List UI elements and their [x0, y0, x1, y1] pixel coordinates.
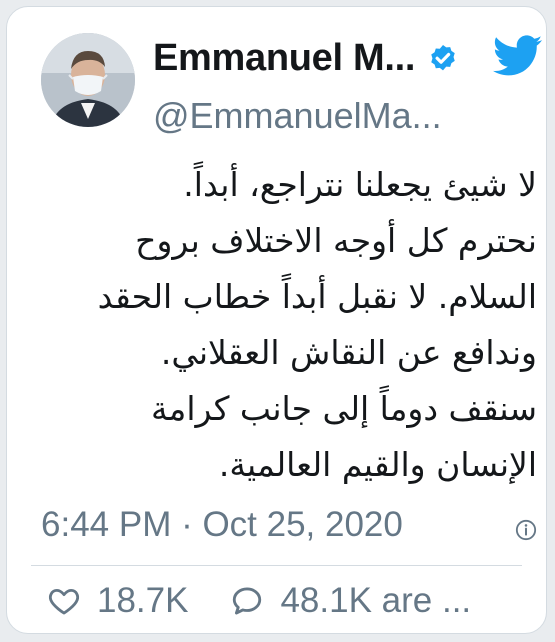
heart-icon[interactable] [47, 584, 81, 618]
tweet-line: السلام. لا نقبل أبداً خطاب الحقد [97, 277, 537, 316]
tweet-line: نحترم كل أوجه الاختلاف بروح [135, 221, 537, 260]
tweet-line: سنقف دوماً إلى جانب كرامة [150, 389, 537, 428]
avatar[interactable] [41, 33, 135, 127]
author-handle[interactable]: @EmmanuelMa... [153, 95, 442, 137]
tweet-line: لا شيئ يجعلنا نتراجع، أبداً. [183, 165, 537, 204]
likes-count[interactable]: 18.7K [97, 581, 188, 621]
verified-badge-icon [431, 44, 455, 70]
replies-action[interactable]: 48.1K are ... [230, 581, 471, 621]
tweet-text: لا شيئ يجعلنا نتراجع، أبداً. نحترم كل أو… [37, 157, 537, 493]
tweet-timestamp[interactable]: 6:44 PM · Oct 25, 2020 [41, 505, 403, 545]
twitter-bird-icon[interactable] [493, 35, 543, 77]
tweet-card[interactable]: Emmanuel M... @EmmanuelMa... لا شيئ يجعل… [6, 6, 547, 634]
divider [31, 565, 522, 566]
replies-label[interactable]: 48.1K are ... [280, 581, 471, 621]
reply-bubble-icon[interactable] [230, 584, 264, 618]
tweet-line: الإنسان والقيم العالمية. [218, 445, 537, 484]
info-icon[interactable] [515, 519, 537, 541]
tweet-actions: 18.7K 48.1K are ... [47, 581, 471, 621]
avatar-image [41, 33, 135, 127]
author-name[interactable]: Emmanuel M... [153, 37, 415, 80]
tweet-line: وندافع عن النقاش العقلاني. [160, 333, 537, 372]
